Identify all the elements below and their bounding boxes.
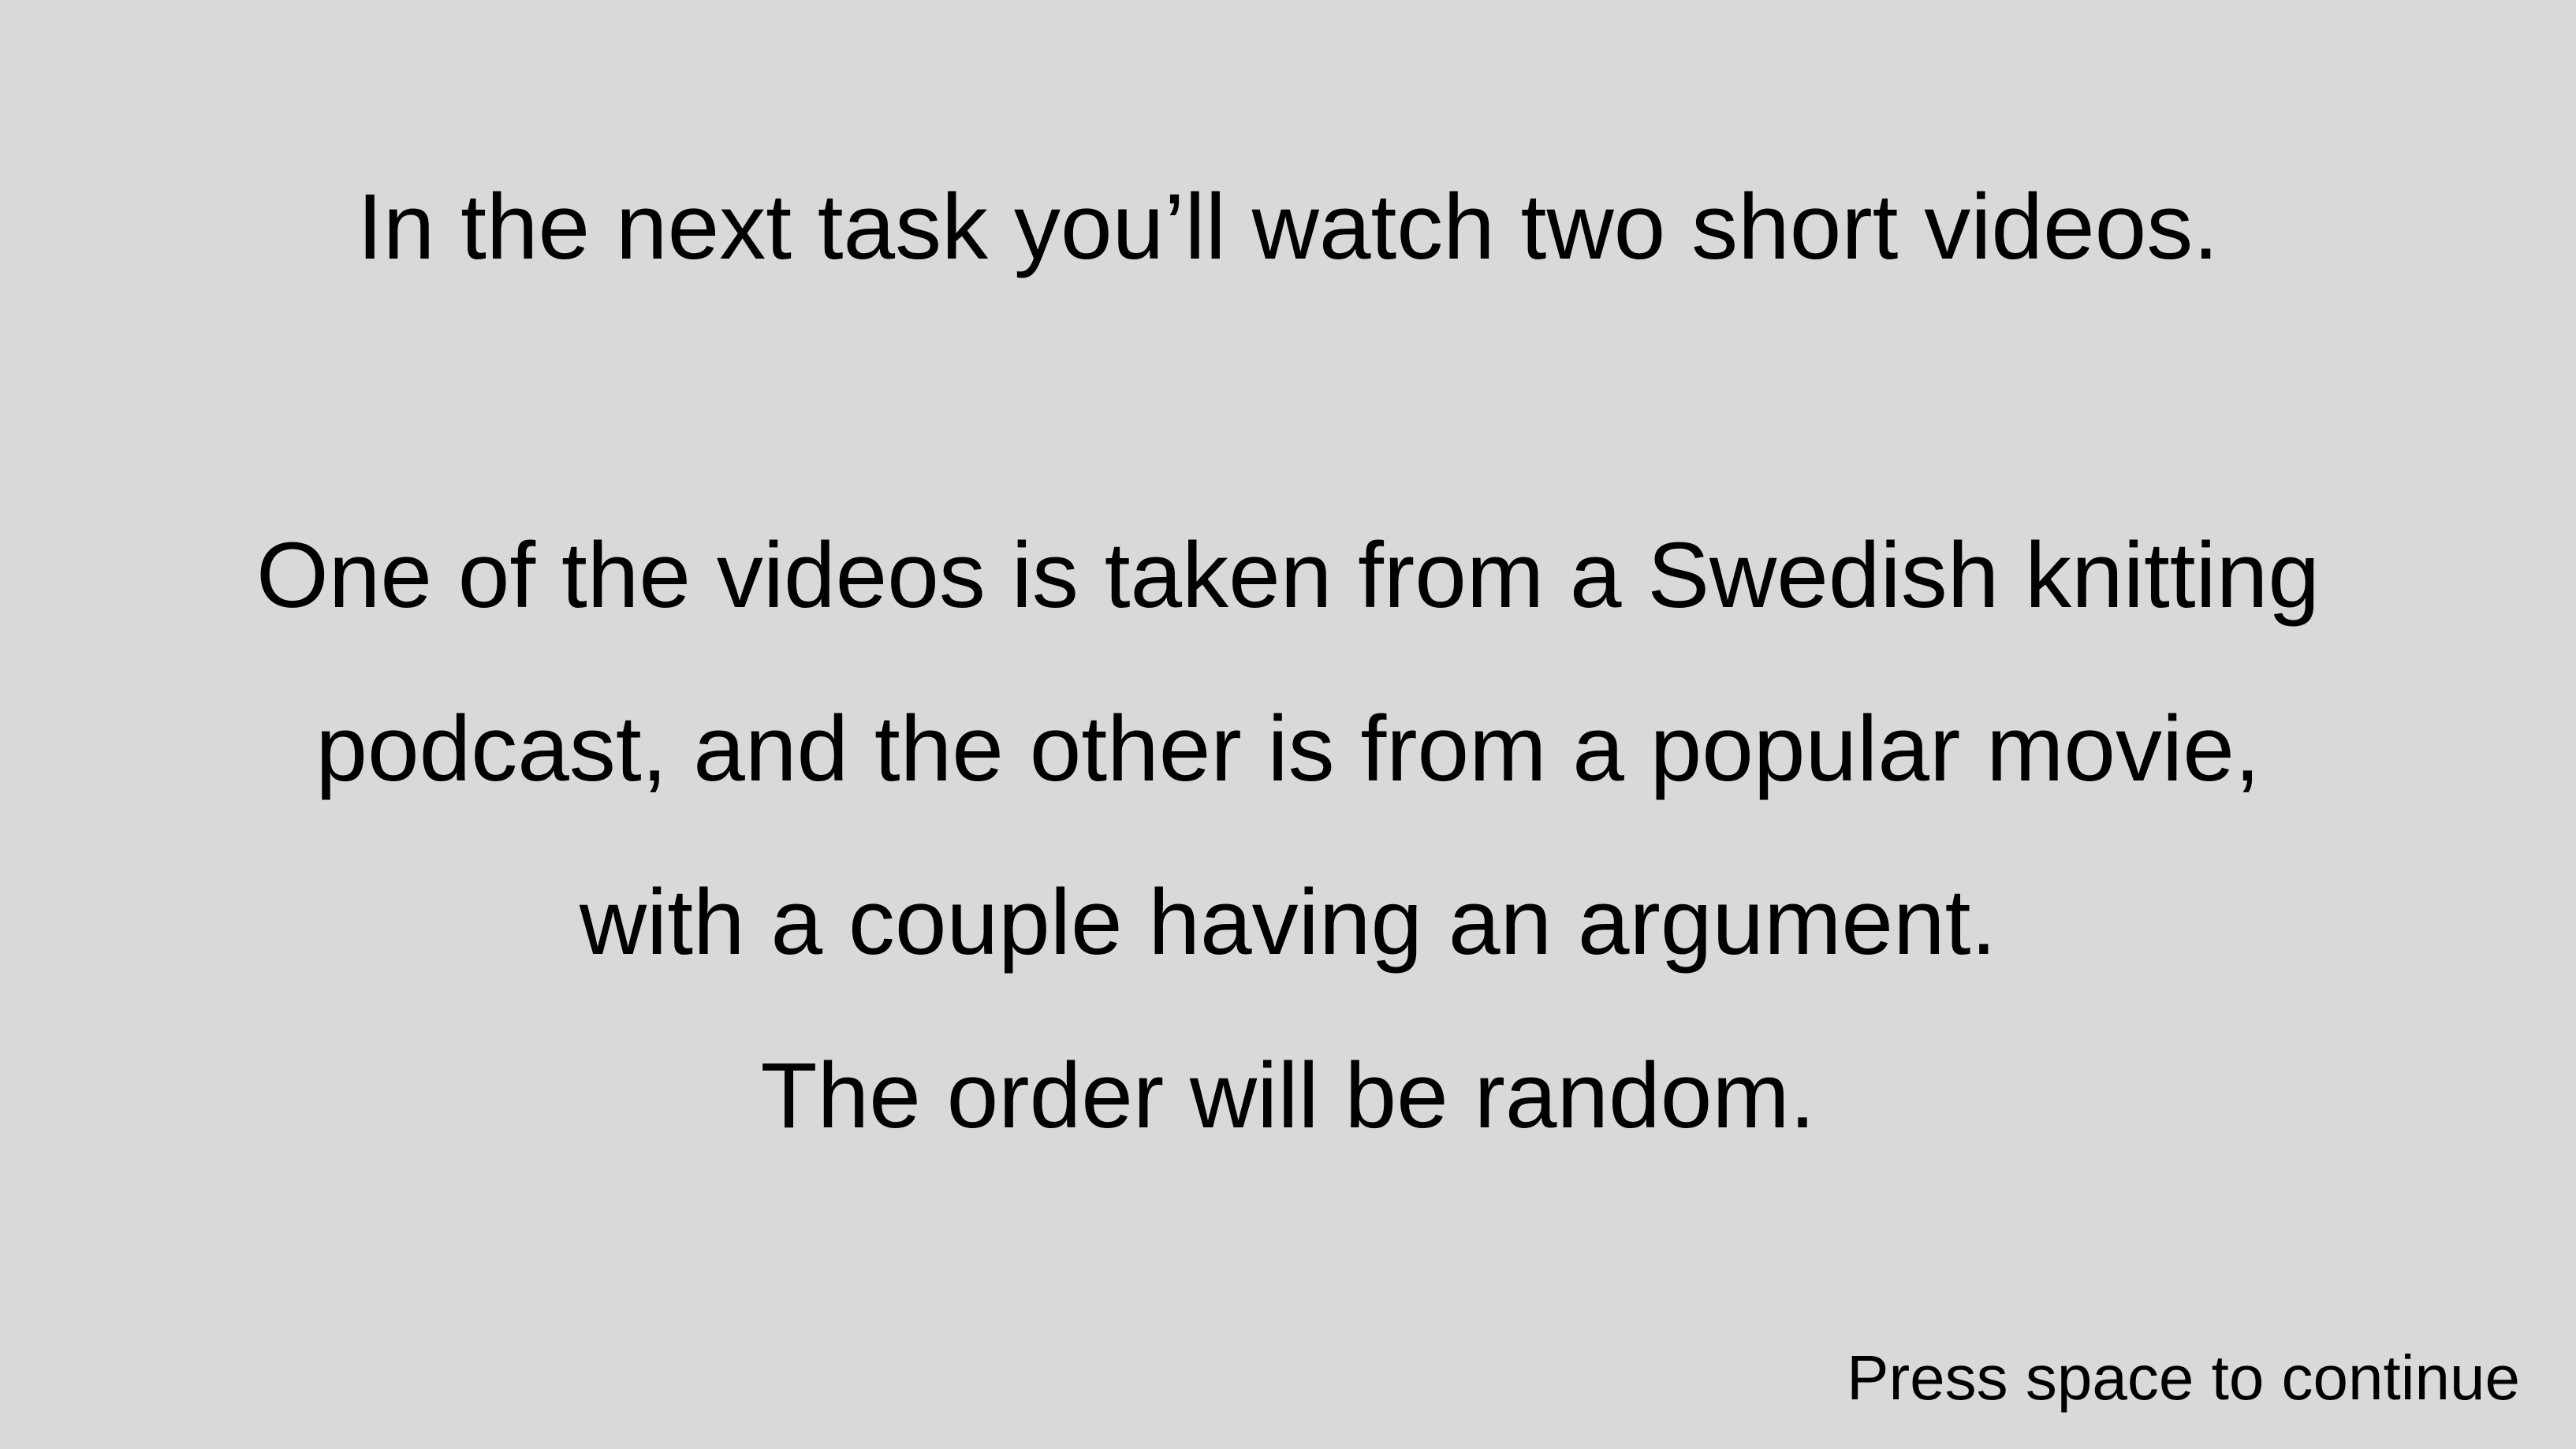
intro-text: In the next task you’ll watch two short …: [356, 175, 2220, 279]
body-line-1: One of the videos is taken from a Swedis…: [255, 523, 2321, 628]
body-line-4: The order will be random.: [760, 1044, 1816, 1148]
instruction-screen[interactable]: In the next task you’ll watch two short …: [0, 0, 2576, 1449]
continue-prompt: Press space to continue: [1847, 1343, 2520, 1413]
body-line-3: with a couple having an argument.: [579, 870, 1997, 974]
body-line-2: podcast, and the other is from a popular…: [315, 697, 2261, 801]
